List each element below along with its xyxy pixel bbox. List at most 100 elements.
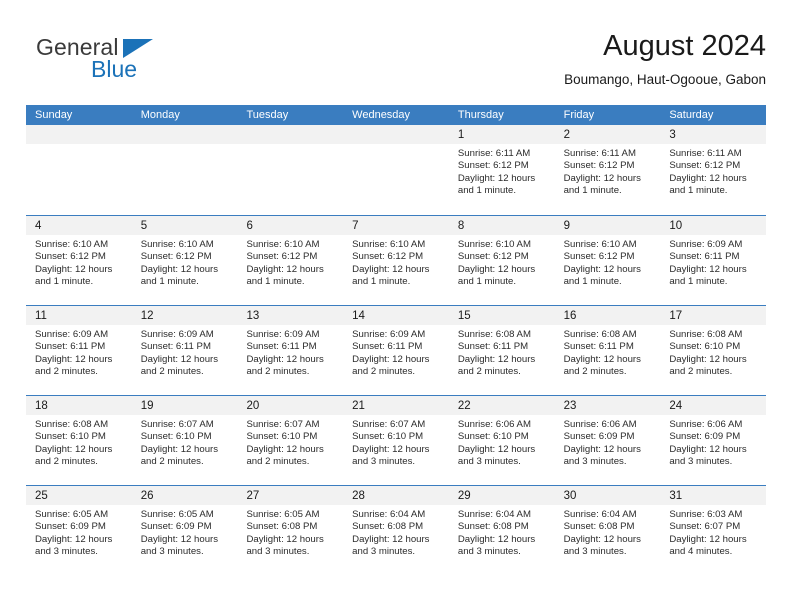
day-number-band: 17	[660, 306, 767, 325]
daylight-line: Daylight: 12 hours	[352, 533, 430, 545]
day-cell[interactable]: 30 Sunrise: 6:04 AM Sunset: 6:08 PM Dayl…	[554, 486, 661, 575]
day-cell[interactable]: 6 Sunrise: 6:10 AM Sunset: 6:12 PM Dayli…	[237, 216, 344, 305]
daylight-line-cont: and 2 minutes.	[669, 366, 733, 378]
day-info: Sunrise: 6:07 AM Sunset: 6:10 PM Dayligh…	[343, 415, 449, 469]
day-cell[interactable]: 7 Sunrise: 6:10 AM Sunset: 6:12 PM Dayli…	[343, 216, 449, 305]
day-cell[interactable]: 27 Sunrise: 6:05 AM Sunset: 6:08 PM Dayl…	[237, 486, 344, 575]
daylight-line-cont: and 3 minutes.	[457, 456, 521, 468]
day-number-band: 18	[26, 396, 132, 415]
day-info: Sunrise: 6:11 AM Sunset: 6:12 PM Dayligh…	[555, 144, 661, 198]
day-cell[interactable]: 17 Sunrise: 6:08 AM Sunset: 6:10 PM Dayl…	[660, 306, 767, 395]
day-cell[interactable]: 11 Sunrise: 6:09 AM Sunset: 6:11 PM Dayl…	[26, 306, 132, 395]
daylight-line-cont: and 3 minutes.	[35, 546, 98, 558]
sunrise-line: Sunrise: 6:06 AM	[669, 419, 743, 430]
day-cell[interactable]: 3 Sunrise: 6:11 AM Sunset: 6:12 PM Dayli…	[660, 125, 767, 215]
day-number-band: 8	[448, 216, 555, 235]
daylight-line: Daylight: 12 hours	[35, 533, 113, 545]
day-info: Sunrise: 6:06 AM Sunset: 6:09 PM Dayligh…	[555, 415, 661, 469]
day-cell[interactable]: 23 Sunrise: 6:06 AM Sunset: 6:09 PM Dayl…	[554, 396, 661, 485]
day-number-band: 9	[554, 216, 661, 235]
day-number: 29	[457, 490, 471, 502]
day-cell[interactable]	[26, 125, 132, 215]
daylight-line-cont: and 2 minutes.	[352, 366, 416, 378]
day-cell[interactable]	[131, 125, 238, 215]
sunrise-line: Sunrise: 6:11 AM	[457, 148, 531, 159]
day-number-band: 2	[554, 125, 661, 144]
day-cell[interactable]: 18 Sunrise: 6:08 AM Sunset: 6:10 PM Dayl…	[26, 396, 132, 485]
day-cell[interactable]: 29 Sunrise: 6:04 AM Sunset: 6:08 PM Dayl…	[448, 486, 555, 575]
weekday-header-wednesday: Wednesday	[352, 109, 411, 121]
sunrise-line: Sunrise: 6:09 AM	[669, 239, 743, 250]
sunset-line: Sunset: 6:09 PM	[563, 431, 635, 443]
day-cell[interactable]: 2 Sunrise: 6:11 AM Sunset: 6:12 PM Dayli…	[554, 125, 661, 215]
day-cell[interactable]	[343, 125, 449, 215]
day-number: 2	[563, 129, 570, 141]
day-number-band: 30	[554, 486, 661, 505]
day-info: Sunrise: 6:09 AM Sunset: 6:11 PM Dayligh…	[26, 325, 132, 379]
sunset-line: Sunset: 6:12 PM	[563, 160, 635, 172]
day-cell[interactable]: 12 Sunrise: 6:09 AM Sunset: 6:11 PM Dayl…	[131, 306, 238, 395]
sunrise-line: Sunrise: 6:09 AM	[140, 329, 214, 340]
day-info	[237, 144, 343, 148]
day-cell[interactable]: 26 Sunrise: 6:05 AM Sunset: 6:09 PM Dayl…	[131, 486, 238, 575]
day-number-band: 4	[26, 216, 132, 235]
daylight-line: Daylight: 12 hours	[140, 443, 219, 455]
sunrise-line: Sunrise: 6:06 AM	[563, 419, 637, 430]
daylight-line: Daylight: 12 hours	[669, 533, 747, 545]
day-info: Sunrise: 6:10 AM Sunset: 6:12 PM Dayligh…	[555, 235, 661, 289]
sunrise-line: Sunrise: 6:07 AM	[140, 419, 214, 430]
day-number-band: 12	[131, 306, 238, 325]
day-number-band: 13	[237, 306, 344, 325]
sunrise-line: Sunrise: 6:06 AM	[457, 419, 531, 430]
day-info: Sunrise: 6:10 AM Sunset: 6:12 PM Dayligh…	[26, 235, 132, 289]
day-cell[interactable]: 8 Sunrise: 6:10 AM Sunset: 6:12 PM Dayli…	[448, 216, 555, 305]
sunset-line: Sunset: 6:12 PM	[140, 251, 212, 263]
sunrise-line: Sunrise: 6:10 AM	[563, 239, 637, 250]
day-cell[interactable]: 22 Sunrise: 6:06 AM Sunset: 6:10 PM Dayl…	[448, 396, 555, 485]
day-cell[interactable]: 19 Sunrise: 6:07 AM Sunset: 6:10 PM Dayl…	[131, 396, 238, 485]
sunrise-line: Sunrise: 6:08 AM	[457, 329, 531, 340]
day-number: 23	[563, 400, 577, 412]
day-number-band: 25	[26, 486, 132, 505]
sunset-line: Sunset: 6:10 PM	[140, 431, 212, 443]
brand-logo[interactable]: General Blue	[36, 34, 216, 90]
day-number: 31	[669, 490, 683, 502]
sunset-line: Sunset: 6:12 PM	[246, 251, 318, 263]
daylight-line: Daylight: 12 hours	[563, 172, 641, 184]
daylight-line: Daylight: 12 hours	[352, 443, 430, 455]
daylight-line-cont: and 3 minutes.	[140, 546, 204, 558]
day-number: 9	[563, 220, 570, 232]
day-cell[interactable]: 16 Sunrise: 6:08 AM Sunset: 6:11 PM Dayl…	[554, 306, 661, 395]
day-info: Sunrise: 6:04 AM Sunset: 6:08 PM Dayligh…	[449, 505, 555, 559]
day-cell[interactable]: 15 Sunrise: 6:08 AM Sunset: 6:11 PM Dayl…	[448, 306, 555, 395]
day-cell[interactable]: 10 Sunrise: 6:09 AM Sunset: 6:11 PM Dayl…	[660, 216, 767, 305]
day-number: 21	[352, 400, 365, 412]
day-cell[interactable]: 9 Sunrise: 6:10 AM Sunset: 6:12 PM Dayli…	[554, 216, 661, 305]
daylight-line-cont: and 2 minutes.	[140, 456, 204, 468]
day-cell[interactable]: 25 Sunrise: 6:05 AM Sunset: 6:09 PM Dayl…	[26, 486, 132, 575]
sunrise-line: Sunrise: 6:11 AM	[563, 148, 636, 159]
day-cell[interactable]: 28 Sunrise: 6:04 AM Sunset: 6:08 PM Dayl…	[343, 486, 449, 575]
sunrise-line: Sunrise: 6:04 AM	[457, 509, 531, 520]
day-cell[interactable]: 13 Sunrise: 6:09 AM Sunset: 6:11 PM Dayl…	[237, 306, 344, 395]
day-cell[interactable]: 31 Sunrise: 6:03 AM Sunset: 6:07 PM Dayl…	[660, 486, 767, 575]
day-cell[interactable]: 21 Sunrise: 6:07 AM Sunset: 6:10 PM Dayl…	[343, 396, 449, 485]
day-cell[interactable]: 14 Sunrise: 6:09 AM Sunset: 6:11 PM Dayl…	[343, 306, 449, 395]
daylight-line: Daylight: 12 hours	[352, 263, 430, 275]
daylight-line: Daylight: 12 hours	[669, 353, 747, 365]
brand-name-blue: Blue	[91, 56, 138, 82]
day-cell[interactable]: 20 Sunrise: 6:07 AM Sunset: 6:10 PM Dayl…	[237, 396, 344, 485]
day-cell[interactable]: 4 Sunrise: 6:10 AM Sunset: 6:12 PM Dayli…	[26, 216, 132, 305]
day-number: 16	[563, 310, 577, 322]
sunset-line: Sunset: 6:08 PM	[352, 521, 424, 533]
page-title: August 2024	[603, 30, 766, 62]
day-cell[interactable]: 5 Sunrise: 6:10 AM Sunset: 6:12 PM Dayli…	[131, 216, 238, 305]
sunset-line: Sunset: 6:12 PM	[457, 251, 529, 263]
week-row: 25 Sunrise: 6:05 AM Sunset: 6:09 PM Dayl…	[26, 485, 767, 575]
day-cell[interactable]	[237, 125, 344, 215]
day-cell[interactable]: 1 Sunrise: 6:11 AM Sunset: 6:12 PM Dayli…	[448, 125, 555, 215]
day-number-band: 21	[343, 396, 449, 415]
daylight-line-cont: and 1 minute.	[563, 276, 622, 288]
day-number: 30	[563, 490, 577, 502]
day-cell[interactable]: 24 Sunrise: 6:06 AM Sunset: 6:09 PM Dayl…	[660, 396, 767, 485]
